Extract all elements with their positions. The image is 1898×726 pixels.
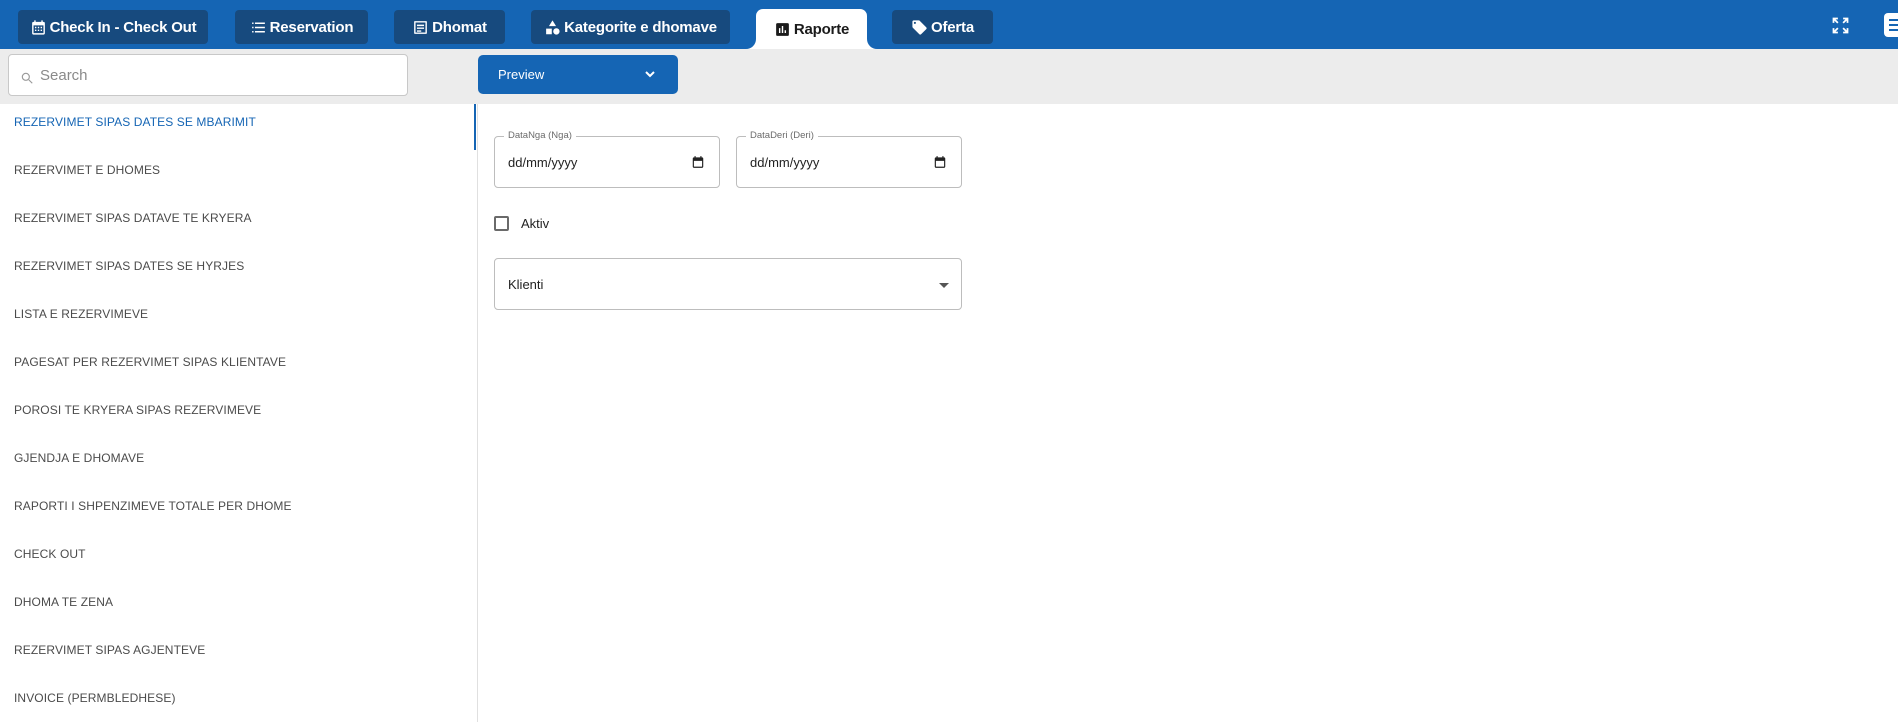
- search-box[interactable]: [8, 54, 408, 96]
- preview-dropdown-button[interactable]: Preview: [478, 55, 678, 94]
- tab-label: Oferta: [931, 18, 974, 36]
- report-list-sidebar: REZERVIMET SIPAS DATES SE MBARIMIT REZER…: [0, 104, 478, 722]
- calendar-icon: [31, 19, 45, 35]
- date-from-field[interactable]: DataNga (Nga) dd/mm/yyyy: [494, 130, 720, 188]
- date-to-field[interactable]: DataDeri (Deri) dd/mm/yyyy: [736, 130, 962, 188]
- tab-dhomat[interactable]: Dhomat: [394, 10, 505, 44]
- report-item[interactable]: GJENDJA E DHOMAVE: [0, 440, 476, 486]
- tag-icon: [912, 19, 927, 35]
- report-item[interactable]: DHOMA TE ZENA: [0, 584, 476, 630]
- tab-oferta[interactable]: Oferta: [892, 10, 993, 44]
- tab-label: Dhomat: [432, 18, 487, 36]
- tab-kategorite-e-dhomave[interactable]: Kategorite e dhomave: [531, 10, 730, 44]
- menu-icon[interactable]: [1884, 13, 1898, 37]
- report-item[interactable]: PAGESAT PER REZERVIMET SIPAS KLIENTAVE: [0, 344, 476, 390]
- report-item[interactable]: REZERVIMET SIPAS DATES SE HYRJES: [0, 248, 476, 294]
- search-input[interactable]: [40, 60, 380, 90]
- report-toolbar: Preview: [0, 49, 1898, 104]
- date-to-input[interactable]: dd/mm/yyyy: [750, 155, 819, 170]
- chevron-down-icon: [645, 71, 655, 78]
- dropdown-arrow-icon: [939, 283, 949, 288]
- report-item[interactable]: REZERVIMET SIPAS DATAVE TE KRYERA: [0, 200, 476, 246]
- preview-label: Preview: [498, 67, 545, 82]
- tab-label: Reservation: [269, 18, 354, 36]
- aktiv-label[interactable]: Aktiv: [521, 216, 549, 231]
- aktiv-checkbox-row: Aktiv: [494, 214, 549, 232]
- shapes-icon: [546, 19, 560, 35]
- list-icon: [251, 22, 265, 32]
- bed-icon: [414, 20, 428, 34]
- report-item[interactable]: REZERVIMET SIPAS DATES SE MBARIMIT: [0, 104, 476, 150]
- tab-reservation[interactable]: Reservation: [235, 10, 368, 44]
- calendar-icon[interactable]: [933, 155, 947, 169]
- tab-label: Check In - Check Out: [49, 18, 197, 36]
- report-item[interactable]: LISTA E REZERVIMEVE: [0, 296, 476, 342]
- report-item[interactable]: REZERVIMET E DHOMES: [0, 152, 476, 198]
- date-from-label: DataNga (Nga): [504, 130, 576, 141]
- report-item[interactable]: RAPORTI I SHPENZIMEVE TOTALE PER DHOME: [0, 488, 476, 534]
- report-item[interactable]: POROSI TE KRYERA SIPAS REZERVIMEVE: [0, 392, 476, 438]
- date-from-input[interactable]: dd/mm/yyyy: [508, 155, 577, 170]
- calendar-icon[interactable]: [691, 155, 705, 169]
- date-to-label: DataDeri (Deri): [746, 130, 818, 141]
- top-navigation-bar: Check In - Check Out Reservation Dhomat …: [0, 0, 1898, 50]
- tab-raporte[interactable]: Raporte: [756, 9, 867, 50]
- report-item[interactable]: CHECK OUT: [0, 536, 476, 582]
- fullscreen-icon[interactable]: [1830, 15, 1851, 36]
- aktiv-checkbox[interactable]: [494, 215, 509, 231]
- tab-check-in-check-out[interactable]: Check In - Check Out: [18, 10, 208, 44]
- report-item[interactable]: REZERVIMET SIPAS AGJENTEVE: [0, 632, 476, 678]
- bar-chart-icon: [775, 23, 789, 36]
- klienti-select[interactable]: Klienti: [494, 258, 962, 310]
- tab-label: Raporte: [793, 21, 850, 38]
- tab-label: Kategorite e dhomave: [564, 18, 717, 36]
- klienti-label: Klienti: [508, 277, 544, 292]
- report-item[interactable]: INVOICE (PERMBLEDHESE): [0, 680, 476, 726]
- search-icon: [21, 72, 33, 84]
